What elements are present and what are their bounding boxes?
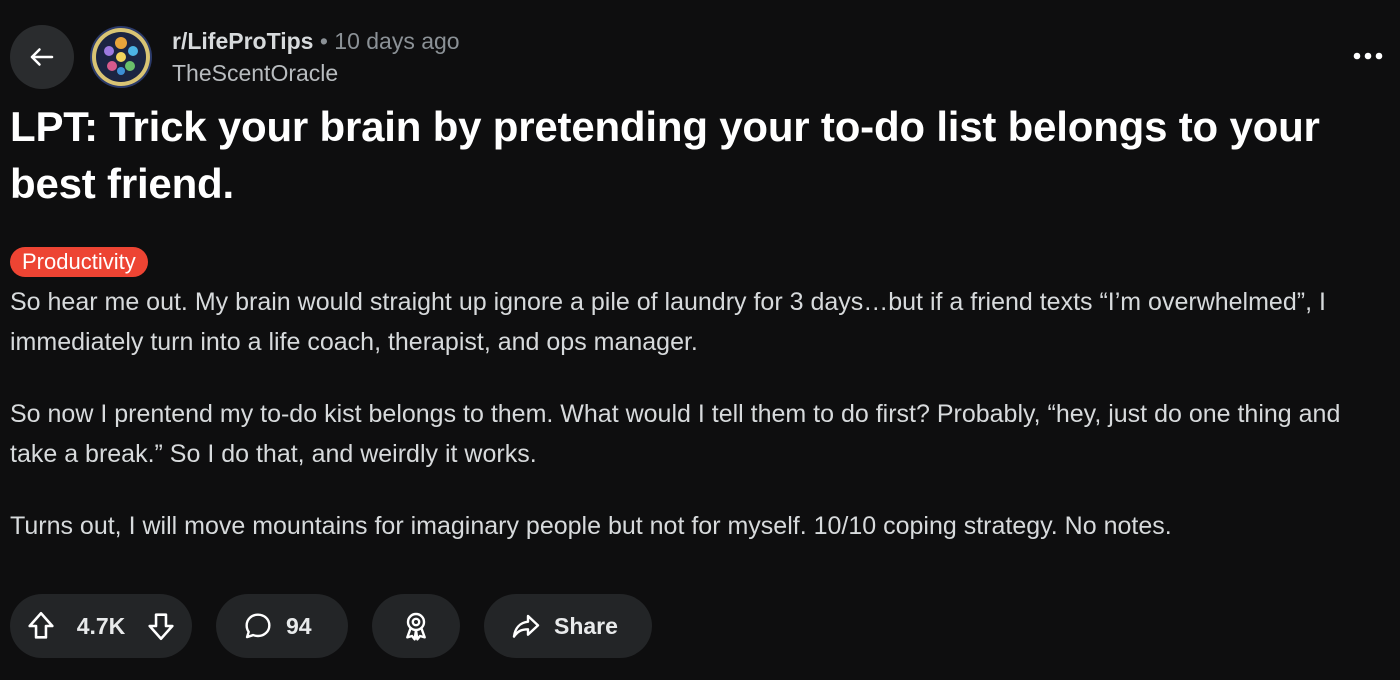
comment-bubble-icon (245, 613, 271, 639)
more-dots-icon (1353, 52, 1383, 60)
post-paragraph: Turns out, I will move mountains for ima… (10, 512, 1172, 540)
upvote-button[interactable] (24, 609, 58, 643)
award-button[interactable] (372, 594, 460, 658)
post-paragraph: So now I prentend my to-do kist belongs … (10, 400, 1341, 468)
upvote-arrow-icon (28, 611, 54, 639)
post-paragraph: So hear me out. My brain would straight … (10, 288, 1326, 356)
post-actions-bar: 4.7K 94 Share (10, 594, 652, 658)
post-title: LPT: Trick your brain by pretending your… (10, 103, 1320, 207)
post-meta-line: r/LifeProTips • 10 days ago (172, 26, 460, 56)
post-time: 10 days ago (334, 28, 460, 54)
post-header: r/LifeProTips • 10 days ago TheScentOrac… (10, 22, 1390, 89)
comments-button[interactable]: 94 (216, 594, 348, 658)
arrow-left-icon (30, 48, 54, 66)
back-button[interactable] (10, 25, 74, 89)
comment-count: 94 (286, 612, 312, 639)
vote-control: 4.7K (10, 594, 192, 658)
post-body: So hear me out. My brain would straight … (10, 282, 1385, 578)
meta-separator: • (319, 28, 328, 54)
share-label: Share (554, 612, 618, 639)
share-arrow-icon (512, 614, 540, 638)
downvote-arrow-icon (148, 613, 174, 641)
subreddit-avatar[interactable] (90, 26, 152, 88)
vote-count: 4.7K (76, 612, 126, 639)
author-name[interactable]: TheScentOracle (172, 58, 338, 88)
post-flair[interactable]: Productivity (10, 247, 148, 277)
subreddit-name[interactable]: r/LifeProTips (172, 28, 313, 54)
share-button[interactable]: Share (484, 594, 652, 658)
more-options-button[interactable] (1346, 34, 1390, 78)
subreddit-logo-icon (92, 28, 150, 86)
downvote-button[interactable] (144, 609, 178, 643)
award-ribbon-icon (406, 612, 426, 641)
